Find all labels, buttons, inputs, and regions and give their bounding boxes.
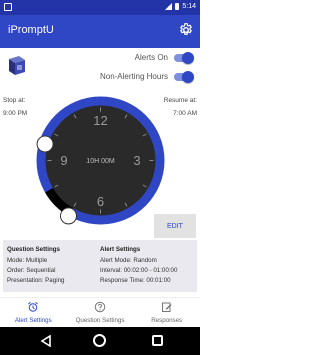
settings-summary-panel: Question Settings Mode: Multiple Order: … [3,240,197,292]
alert-interval: Interval: 00:02:00 - 01:00:00 [100,267,178,274]
clock-number-6: 6 [97,194,104,209]
alert-settings-summary: Alert Settings Alert Mode: Random Interv… [100,246,177,287]
app-bar: iPromptU [0,15,200,48]
stop-at-label: Stop at: [3,97,26,104]
nav-alert-settings[interactable]: Alert Settings [0,298,67,327]
alert-response-time: Response Time: 00:01:00 [100,277,171,284]
nav-question-settings-label: Question Settings [75,317,125,324]
status-time: 5:14 [182,3,196,10]
alerts-on-row: Alerts On [134,51,194,64]
notification-icon [4,3,12,11]
question-settings-heading: Question Settings [7,246,60,253]
signal-icon [165,3,173,10]
resume-handle[interactable] [60,207,77,225]
clock-number-3: 3 [133,153,140,168]
system-navigation-bar [0,327,200,355]
edit-note-icon [161,302,172,312]
question-icon [94,301,106,313]
app-logo [9,56,25,75]
clock-center-text: 10H 00M [86,158,115,165]
back-icon[interactable] [40,335,52,347]
alerts-on-label: Alerts On [134,53,168,62]
question-presentation: Presentation: Paging [7,277,65,284]
alert-mode: Alert Mode: Random [100,257,157,264]
status-bar: 5:14 [0,0,200,15]
gear-icon[interactable] [178,22,194,38]
stop-time: 9:00 PM [3,110,28,117]
nav-responses[interactable]: Responses [133,298,200,327]
alert-settings-heading: Alert Settings [100,246,141,253]
alerts-on-toggle[interactable] [174,51,194,64]
battery-icon [175,3,180,10]
bottom-navigation: Alert Settings Question Settings Respons… [0,297,200,327]
nav-question-settings[interactable]: Question Settings [67,298,134,327]
recent-apps-icon[interactable] [152,335,163,346]
status-icons: 5:14 [165,3,196,10]
non-alerting-hours-row: Non-Alerting Hours [99,70,194,83]
nav-alert-settings-label: Alert Settings [14,317,52,324]
edit-button[interactable]: EDIT [154,214,196,238]
question-mode: Mode: Multiple [7,257,48,264]
resume-time: 7:00 AM [173,110,197,117]
resume-at-label: Resume at: [163,97,197,104]
non-alerting-hours-label: Non-Alerting Hours [99,72,168,81]
alarm-clock-icon [28,301,39,312]
stop-handle[interactable] [36,135,54,153]
question-order: Order: Sequential [7,267,56,274]
home-icon[interactable] [93,334,106,347]
nav-responses-label: Responses [151,317,183,324]
non-alerting-clock: 12 3 6 9 10H 00M [36,96,165,225]
app-title: iPromptU [8,24,54,36]
non-alerting-hours-toggle[interactable] [174,70,194,83]
clock-number-12: 12 [93,113,107,128]
question-settings-summary: Question Settings Mode: Multiple Order: … [7,246,64,287]
clock-number-9: 9 [60,153,67,168]
